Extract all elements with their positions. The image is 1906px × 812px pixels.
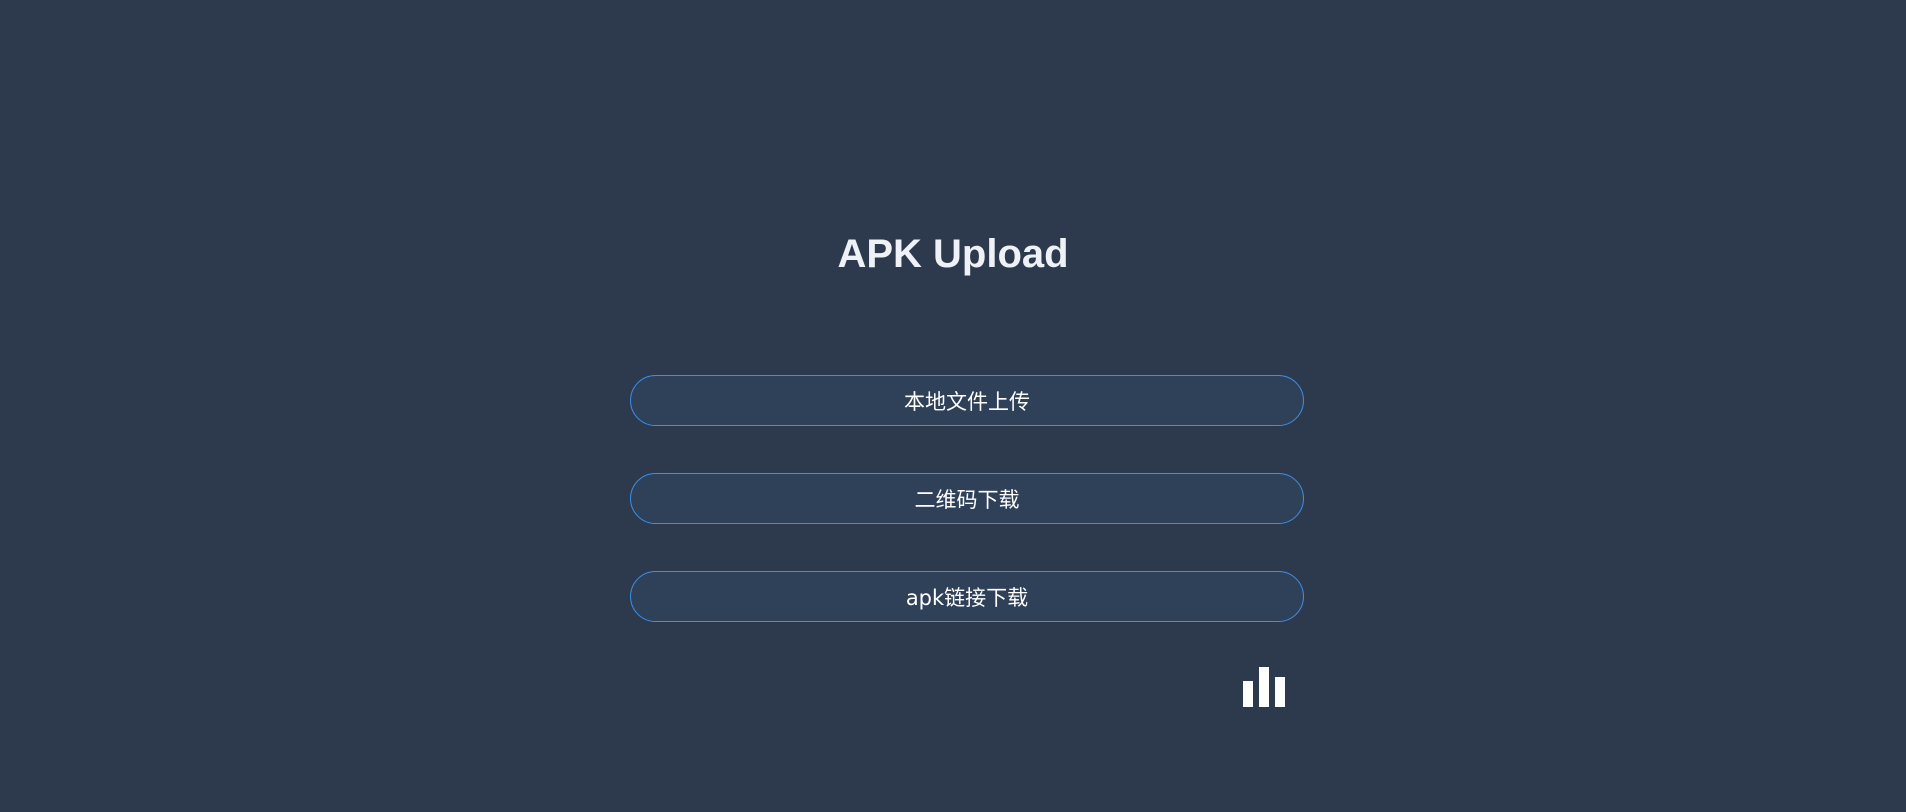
apk-link-download-button[interactable]: apk链接下载 [630, 571, 1304, 622]
page-title: APK Upload [837, 232, 1069, 276]
qrcode-download-button[interactable]: 二维码下载 [630, 473, 1304, 524]
bar-chart-icon[interactable] [1243, 667, 1285, 707]
upload-page: APK Upload 本地文件上传 二维码下载 apk链接下载 [0, 0, 1906, 812]
local-file-upload-button[interactable]: 本地文件上传 [630, 375, 1304, 426]
